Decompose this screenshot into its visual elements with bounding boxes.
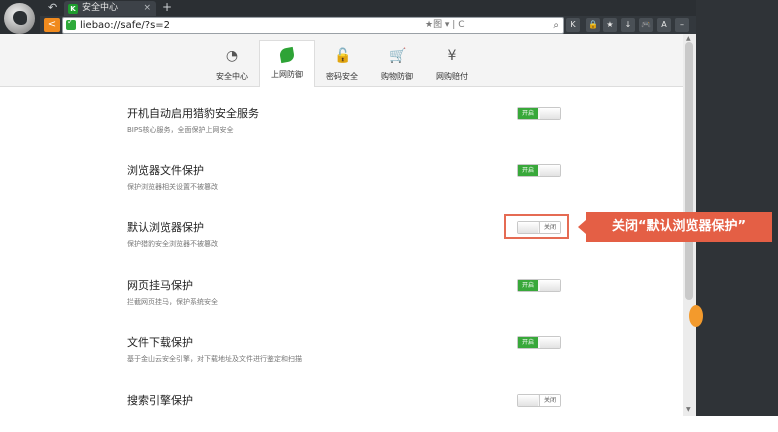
minus-icon[interactable]: –	[675, 18, 689, 32]
floating-assistant-icon[interactable]	[689, 305, 703, 327]
toggle-on-label: 开启	[518, 337, 538, 348]
setting-title: 网页挂马保护	[127, 279, 193, 292]
address-tools[interactable]: ★图 ▾ | C	[425, 18, 465, 33]
secure-shield-icon	[66, 17, 76, 30]
tab-close-icon[interactable]: ×	[143, 2, 151, 15]
highlight-box	[504, 214, 569, 239]
setting-search-engine-protect: 搜索引擎保护 关闭	[127, 392, 587, 432]
tab-shopping-compensation[interactable]: ¥ 网购赔付	[425, 42, 479, 86]
setting-desc: 保护浏览器相关设置不被篡改	[127, 183, 218, 191]
url-text[interactable]: liebao://safe/?s=2	[80, 18, 170, 33]
toggle-knob	[540, 337, 560, 348]
setting-auto-start: 开机自动启用猎豹安全服务 BIPS核心服务，全面保护上网安全 开启	[127, 105, 587, 145]
address-bar[interactable]: liebao://safe/?s=2 ★图 ▾ | C ⌕	[62, 17, 564, 34]
font-icon[interactable]: A	[657, 18, 671, 32]
money-hand-icon: ¥	[447, 48, 457, 64]
cart-icon: 🛒	[389, 48, 407, 64]
toggle-switch[interactable]: 开启	[517, 107, 561, 120]
toggle-knob	[540, 280, 560, 291]
toggle-on-label: 开启	[518, 165, 538, 176]
lock-icon: 🔓	[334, 48, 352, 64]
toggle-knob	[540, 108, 560, 119]
tab-label: 购物防御	[381, 72, 413, 81]
back-button[interactable]: <	[44, 18, 60, 32]
scrollbar-thumb[interactable]	[685, 42, 693, 300]
tab-label: 上网防御	[271, 70, 303, 79]
toggle-knob	[540, 165, 560, 176]
toggle-knob	[518, 395, 538, 406]
setting-title: 搜索引擎保护	[127, 394, 193, 407]
tab-security-center[interactable]: K 安全中心 ×	[64, 1, 156, 16]
callout-arrow	[578, 220, 586, 234]
tab-safety-center[interactable]: ◔ 安全中心	[205, 42, 259, 86]
toggle-off-label: 关闭	[539, 395, 560, 406]
leaf-icon	[278, 46, 296, 64]
tab-web-defense[interactable]: 上网防御	[259, 40, 315, 87]
tab-label: 密码安全	[326, 72, 358, 81]
setting-title: 浏览器文件保护	[127, 164, 204, 177]
tab-password-security[interactable]: 🔓 密码安全	[315, 42, 369, 86]
toggle-switch[interactable]: 开启	[517, 164, 561, 177]
toggle-on-label: 开启	[518, 108, 538, 119]
tab-label: 安全中心	[216, 72, 248, 81]
setting-title: 开机自动启用猎豹安全服务	[127, 107, 259, 120]
setting-title: 文件下载保护	[127, 336, 193, 349]
undo-icon[interactable]: ↶	[48, 1, 57, 15]
setting-download-protect: 文件下载保护 基于金山云安全引擎，对下载地址及文件进行鉴定和扫描 开启	[127, 334, 587, 374]
callout-label: 关闭“默认浏览器保护”	[586, 212, 772, 242]
setting-desc: 基于金山云安全引擎，对下载地址及文件进行鉴定和扫描	[127, 355, 302, 363]
star-icon[interactable]: ★	[603, 18, 617, 32]
security-tabs: ◔ 安全中心 上网防御 🔓 密码安全 🛒 购物防御 ¥ 网购赔付	[0, 34, 683, 87]
k-icon[interactable]: K	[566, 18, 580, 32]
tab-title: 安全中心	[82, 3, 119, 13]
toggle-switch[interactable]: 开启	[517, 279, 561, 292]
scroll-up-icon[interactable]: ▲	[686, 35, 691, 42]
toggle-switch[interactable]: 关闭	[517, 394, 561, 407]
setting-desc: BIPS核心服务，全面保护上网安全	[127, 126, 234, 134]
setting-web-trojan-protect: 网页挂马保护 拦截网页挂马，保护系统安全 开启	[127, 277, 587, 317]
gamepad-icon[interactable]: 🎮	[639, 18, 653, 32]
toggle-switch[interactable]: 开启	[517, 336, 561, 349]
gauge-icon: ◔	[225, 48, 239, 64]
search-icon[interactable]: ⌕	[553, 18, 559, 33]
lock-icon[interactable]: 🔒	[586, 18, 600, 32]
tab-favicon-icon: K	[68, 4, 78, 14]
right-side-panel	[696, 0, 778, 416]
new-tab-icon[interactable]: +	[162, 0, 172, 15]
tab-shopping-defense[interactable]: 🛒 购物防御	[370, 42, 424, 86]
cheetah-logo-icon	[4, 3, 35, 34]
setting-desc: 保护猎豹安全浏览器不被篡改	[127, 240, 218, 248]
download-icon[interactable]: ↓	[621, 18, 635, 32]
setting-desc: 拦截网页挂马，保护系统安全	[127, 298, 218, 306]
setting-title: 默认浏览器保护	[127, 221, 204, 234]
toggle-on-label: 开启	[518, 280, 538, 291]
setting-browser-file-protect: 浏览器文件保护 保护浏览器相关设置不被篡改 开启	[127, 162, 587, 202]
scroll-down-icon[interactable]: ▼	[686, 406, 691, 413]
tab-label: 网购赔付	[436, 72, 468, 81]
